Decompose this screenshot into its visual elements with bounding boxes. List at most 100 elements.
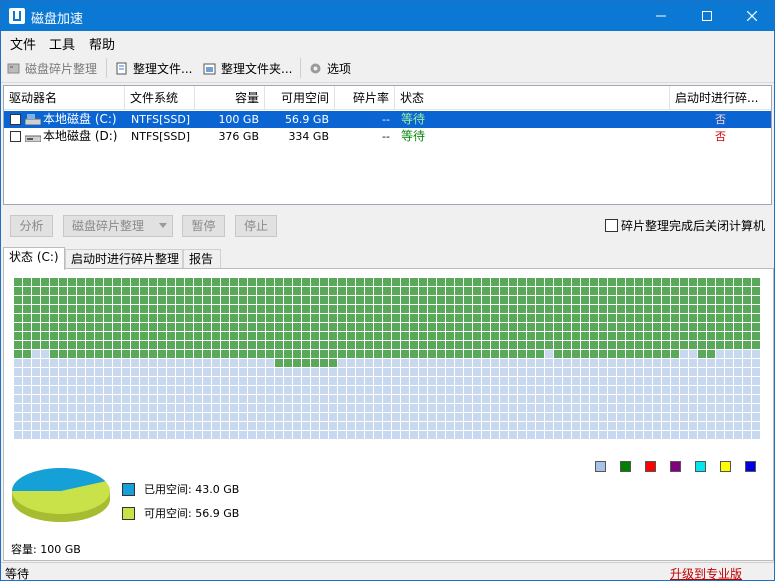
cluster-block-free <box>581 368 589 376</box>
cluster-block-used <box>707 332 715 340</box>
cluster-block-used <box>743 332 751 340</box>
cluster-block-free <box>437 395 445 403</box>
cluster-block-free <box>122 413 130 421</box>
cluster-block-used <box>266 323 274 331</box>
cluster-block-used <box>653 314 661 322</box>
cluster-block-free <box>419 395 427 403</box>
cluster-block-free <box>653 413 661 421</box>
close-button[interactable] <box>729 1 774 31</box>
cluster-block-used <box>383 314 391 322</box>
gear-icon <box>310 63 321 73</box>
cluster-block-free <box>680 386 688 394</box>
defrag-button[interactable]: 磁盘碎片整理 <box>63 215 173 237</box>
stop-button[interactable]: 停止 <box>235 215 277 237</box>
cluster-block-free <box>275 422 283 430</box>
cluster-block-free <box>239 422 247 430</box>
cluster-block-free <box>707 359 715 367</box>
drive-row-checkbox[interactable] <box>10 131 21 142</box>
maximize-button[interactable] <box>684 1 730 31</box>
menu-tools[interactable]: 工具 <box>49 34 75 53</box>
cluster-block-used <box>491 287 499 295</box>
menu-help[interactable]: 帮助 <box>89 34 115 53</box>
chevron-down-icon[interactable] <box>159 223 167 229</box>
drive-row-d[interactable]: 本地磁盘 (D:) NTFS[SSD] 376 GB 334 GB -- 等待 … <box>4 128 771 145</box>
tab-boot-defrag[interactable]: 启动时进行碎片整理 <box>65 249 183 269</box>
analyze-button[interactable]: 分析 <box>10 215 53 237</box>
cluster-block-free <box>617 404 625 412</box>
drive-row-c[interactable]: 本地磁盘 (C:) NTFS[SSD] 100 GB 56.9 GB -- 等待… <box>4 111 771 128</box>
cluster-block-free <box>284 431 292 439</box>
cluster-block-free <box>338 386 346 394</box>
close-icon <box>747 11 757 21</box>
pause-button[interactable]: 暂停 <box>182 215 225 237</box>
cluster-block-used <box>662 314 670 322</box>
toolbar-options-button[interactable]: 选项 <box>309 57 351 79</box>
cluster-block-used <box>545 278 553 286</box>
cluster-block-used <box>635 314 643 322</box>
cluster-block-used <box>383 296 391 304</box>
cluster-block-used <box>392 350 400 358</box>
cluster-block-free <box>50 386 58 394</box>
cluster-block-used <box>356 296 364 304</box>
upgrade-link[interactable]: 升级到专业版 <box>670 565 742 580</box>
cluster-block-used <box>743 296 751 304</box>
toolbar-defrag-button[interactable]: 磁盘碎片整理 <box>7 57 97 79</box>
cluster-block-free <box>536 431 544 439</box>
cluster-block-free <box>464 431 472 439</box>
cluster-block-free <box>320 422 328 430</box>
shutdown-option[interactable]: 碎片整理完成后关闭计算机 <box>605 217 765 234</box>
cluster-block-free <box>599 359 607 367</box>
cluster-block-used <box>500 350 508 358</box>
cluster-block-used <box>617 305 625 313</box>
column-header-free-space[interactable]: 可用空间 <box>265 86 335 110</box>
column-header-fragmentation[interactable]: 碎片率 <box>335 86 395 110</box>
shutdown-checkbox[interactable] <box>605 219 618 232</box>
cluster-block-used <box>365 278 373 286</box>
menu-file[interactable]: 文件 <box>10 34 36 53</box>
cluster-block-free <box>428 377 436 385</box>
cluster-block-used <box>293 359 301 367</box>
cluster-block-used <box>68 341 76 349</box>
column-header-capacity[interactable]: 容量 <box>195 86 265 110</box>
cluster-block-free <box>671 413 679 421</box>
cluster-block-free <box>149 413 157 421</box>
cluster-block-free <box>464 395 472 403</box>
cluster-block-used <box>437 287 445 295</box>
tab-status[interactable]: 状态 (C:) <box>3 247 65 270</box>
cluster-block-free <box>104 413 112 421</box>
toolbar-defrag-file-button[interactable]: 整理文件... <box>115 57 192 79</box>
cluster-block-free <box>338 359 346 367</box>
cluster-block-used <box>275 341 283 349</box>
cluster-block-used <box>419 305 427 313</box>
cluster-block-free <box>122 431 130 439</box>
cluster-map <box>14 278 764 442</box>
column-header-status[interactable]: 状态 <box>395 86 670 110</box>
cluster-block-used <box>743 341 751 349</box>
column-header-drive-name[interactable]: 驱动器名 <box>4 86 125 110</box>
cluster-block-used <box>707 296 715 304</box>
cluster-block-used <box>167 287 175 295</box>
cluster-block-used <box>581 314 589 322</box>
cluster-block-used <box>545 296 553 304</box>
column-header-boot-defrag[interactable]: 启动时进行碎... <box>670 86 771 110</box>
cluster-block-free <box>455 368 463 376</box>
minimize-button[interactable] <box>638 1 684 31</box>
cluster-block-used <box>635 341 643 349</box>
cluster-block-used <box>464 341 472 349</box>
drive-file-system: NTFS[SSD] <box>131 113 191 126</box>
cluster-block-used <box>347 332 355 340</box>
cluster-block-used <box>248 323 256 331</box>
column-header-file-system[interactable]: 文件系统 <box>125 86 195 110</box>
toolbar-defrag-folder-button[interactable]: 整理文件夹... <box>203 57 292 79</box>
cluster-block-free <box>293 386 301 394</box>
tab-report[interactable]: 报告 <box>183 249 221 269</box>
cluster-block-used <box>59 341 67 349</box>
cluster-block-free <box>329 404 337 412</box>
cluster-block-used <box>122 341 130 349</box>
cluster-block-free <box>257 386 265 394</box>
cluster-block-used <box>473 350 481 358</box>
cluster-block-used <box>59 296 67 304</box>
drive-row-checkbox[interactable] <box>10 114 21 125</box>
cluster-block-used <box>365 341 373 349</box>
drive-file-system: NTFS[SSD] <box>131 130 191 143</box>
